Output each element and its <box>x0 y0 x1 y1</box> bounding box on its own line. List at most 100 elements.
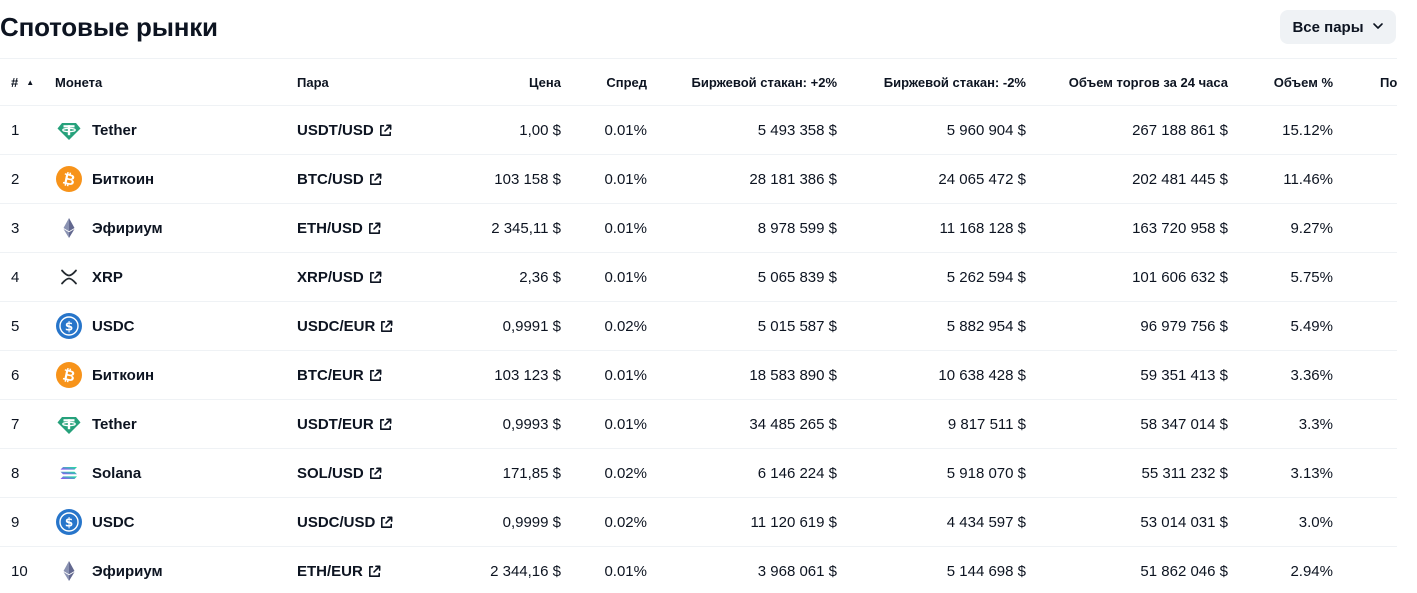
page-title: Спотовые рынки <box>0 12 218 42</box>
tether-icon <box>55 116 83 144</box>
header-price[interactable]: Цена <box>447 59 569 106</box>
pair-link[interactable]: USDT/EUR <box>297 416 393 433</box>
table-row[interactable]: 10 Эфириум ETH/EUR 2 344,16 $0.01% 3 968 061… <box>0 546 1397 593</box>
coin-name: Solana <box>92 464 142 482</box>
table-row[interactable]: 4 XRP XRP/USD 2,36 $0.01% 5 065 839 $5 262 5… <box>0 252 1397 302</box>
external-link-icon <box>368 270 383 285</box>
coin-name: USDC <box>92 317 135 335</box>
pair-label: ETH/USD <box>297 219 363 237</box>
depth-plus-cell: 6 146 224 $ <box>653 448 845 498</box>
spread-cell: 0.02% <box>569 301 653 351</box>
rank-cell: 1 <box>0 105 55 155</box>
table-row[interactable]: 3 Эфириум ETH/USD 2 345,11 $0.01% 8 978 599 … <box>0 203 1397 253</box>
ethereum-icon <box>55 557 83 585</box>
external-link-icon <box>367 564 382 579</box>
header-last-updated[interactable]: Последнее обновление <box>1341 59 1397 106</box>
depth-plus-cell: 8 978 599 $ <box>653 203 845 253</box>
coin-link[interactable]: Solana <box>55 459 297 487</box>
depth-minus-cell: 5 960 904 $ <box>845 105 1034 155</box>
header-volume-pct[interactable]: Объем % <box>1237 59 1341 106</box>
coin-link[interactable]: Tether <box>55 116 297 144</box>
header-spread[interactable]: Спред <box>569 59 653 106</box>
coin-link[interactable]: ₿ Биткоин <box>55 165 297 193</box>
coin-link[interactable]: Tether <box>55 410 297 438</box>
external-link-icon <box>368 466 383 481</box>
header-coin[interactable]: Монета <box>55 59 297 106</box>
coin-name: Эфириум <box>92 219 163 237</box>
coin-link[interactable]: Эфириум <box>55 214 297 242</box>
xrp-icon <box>55 263 83 291</box>
pair-link[interactable]: XRP/USD <box>297 269 383 286</box>
table-row[interactable]: 7 Tether USDT/EUR 0,9993 $0.01% 34 485 265 $… <box>0 399 1397 449</box>
bitcoin-icon: ₿ <box>55 361 83 389</box>
external-link-icon <box>368 368 383 383</box>
depth-minus-cell: 5 882 954 $ <box>845 301 1034 351</box>
last-updated-cell <box>1341 105 1397 155</box>
markets-table-container[interactable]: # ▲ Монета Пара Цена Спред Биржевой стака… <box>0 59 1397 593</box>
volume-pct-cell: 15.12% <box>1237 105 1341 155</box>
depth-plus-cell: 28 181 386 $ <box>653 154 845 204</box>
coin-link[interactable]: $ USDC <box>55 312 297 340</box>
last-updated-cell <box>1341 350 1397 400</box>
volume-pct-cell: 5.49% <box>1237 301 1341 351</box>
last-updated-cell <box>1341 203 1397 253</box>
coin-link[interactable]: Эфириум <box>55 557 297 585</box>
spread-cell: 0.02% <box>569 448 653 498</box>
pair-label: USDC/EUR <box>297 317 376 335</box>
price-cell: 103 123 $ <box>447 350 569 400</box>
coin-link[interactable]: ₿ Биткоин <box>55 361 297 389</box>
header-pair[interactable]: Пара <box>297 59 447 106</box>
coin-name: Биткоин <box>92 170 155 188</box>
coin-link[interactable]: $ USDC <box>55 508 297 536</box>
external-link-icon <box>367 221 382 236</box>
table-row[interactable]: 5 $ USDC USDC/EUR 0,9991 $0.02% 5 015 587 $5 … <box>0 301 1397 351</box>
pair-link[interactable]: SOL/USD <box>297 465 383 482</box>
table-row[interactable]: 6 ₿ Биткоин BTC/EUR 103 123 $0.01% 18 583 890… <box>0 350 1397 400</box>
price-cell: 103 158 $ <box>447 154 569 204</box>
header-depth-plus[interactable]: Биржевой стакан: +2% <box>653 59 845 106</box>
table-row[interactable]: 2 ₿ Биткоин BTC/USD 103 158 $0.01% 28 181 386… <box>0 154 1397 204</box>
pair-link[interactable]: USDC/USD <box>297 514 394 531</box>
pair-link[interactable]: USDC/EUR <box>297 318 394 335</box>
table-row[interactable]: 1 Tether USDT/USD 1,00 $0.01% 5 493 358 $5 9… <box>0 105 1397 155</box>
bitcoin-icon: ₿ <box>55 165 83 193</box>
rank-cell: 6 <box>0 350 55 400</box>
external-link-icon <box>379 515 394 530</box>
depth-plus-cell: 3 968 061 $ <box>653 546 845 593</box>
volume-cell: 96 979 756 $ <box>1034 301 1237 351</box>
volume-cell: 267 188 861 $ <box>1034 105 1237 155</box>
chevron-down-icon <box>1372 19 1384 36</box>
pair-link[interactable]: ETH/EUR <box>297 563 382 580</box>
depth-plus-cell: 18 583 890 $ <box>653 350 845 400</box>
pairs-filter-dropdown[interactable]: Все пары <box>1280 10 1396 44</box>
price-cell: 2 344,16 $ <box>447 546 569 593</box>
table-row[interactable]: 8 Solana SOL/USD 171,85 $0.02% 6 146 224 $5 … <box>0 448 1397 498</box>
price-cell: 0,9993 $ <box>447 399 569 449</box>
header-rank[interactable]: # ▲ <box>0 59 55 106</box>
header-depth-minus[interactable]: Биржевой стакан: -2% <box>845 59 1034 106</box>
volume-cell: 163 720 958 $ <box>1034 203 1237 253</box>
external-link-icon <box>378 123 393 138</box>
depth-minus-cell: 24 065 472 $ <box>845 154 1034 204</box>
pair-label: BTC/EUR <box>297 366 364 384</box>
volume-cell: 101 606 632 $ <box>1034 252 1237 302</box>
pair-link[interactable]: BTC/USD <box>297 171 383 188</box>
volume-pct-cell: 5.75% <box>1237 252 1341 302</box>
pair-link[interactable]: BTC/EUR <box>297 367 383 384</box>
depth-plus-cell: 5 493 358 $ <box>653 105 845 155</box>
volume-pct-cell: 11.46% <box>1237 154 1341 204</box>
pair-link[interactable]: USDT/USD <box>297 122 393 139</box>
external-link-icon <box>368 172 383 187</box>
pairs-filter-label: Все пары <box>1292 18 1364 36</box>
usdc-icon: $ <box>55 312 83 340</box>
pair-link[interactable]: ETH/USD <box>297 220 382 237</box>
coin-name: XRP <box>92 268 123 286</box>
table-row[interactable]: 9 $ USDC USDC/USD 0,9999 $0.02% 11 120 619 $4… <box>0 497 1397 547</box>
coin-name: Эфириум <box>92 562 163 580</box>
header-volume-24h[interactable]: Объем торгов за 24 часа <box>1034 59 1237 106</box>
coin-name: Tether <box>92 415 137 433</box>
spread-cell: 0.01% <box>569 105 653 155</box>
rank-cell: 9 <box>0 497 55 547</box>
table-header-row: # ▲ Монета Пара Цена Спред Биржевой стака… <box>0 59 1397 106</box>
coin-link[interactable]: XRP <box>55 263 297 291</box>
